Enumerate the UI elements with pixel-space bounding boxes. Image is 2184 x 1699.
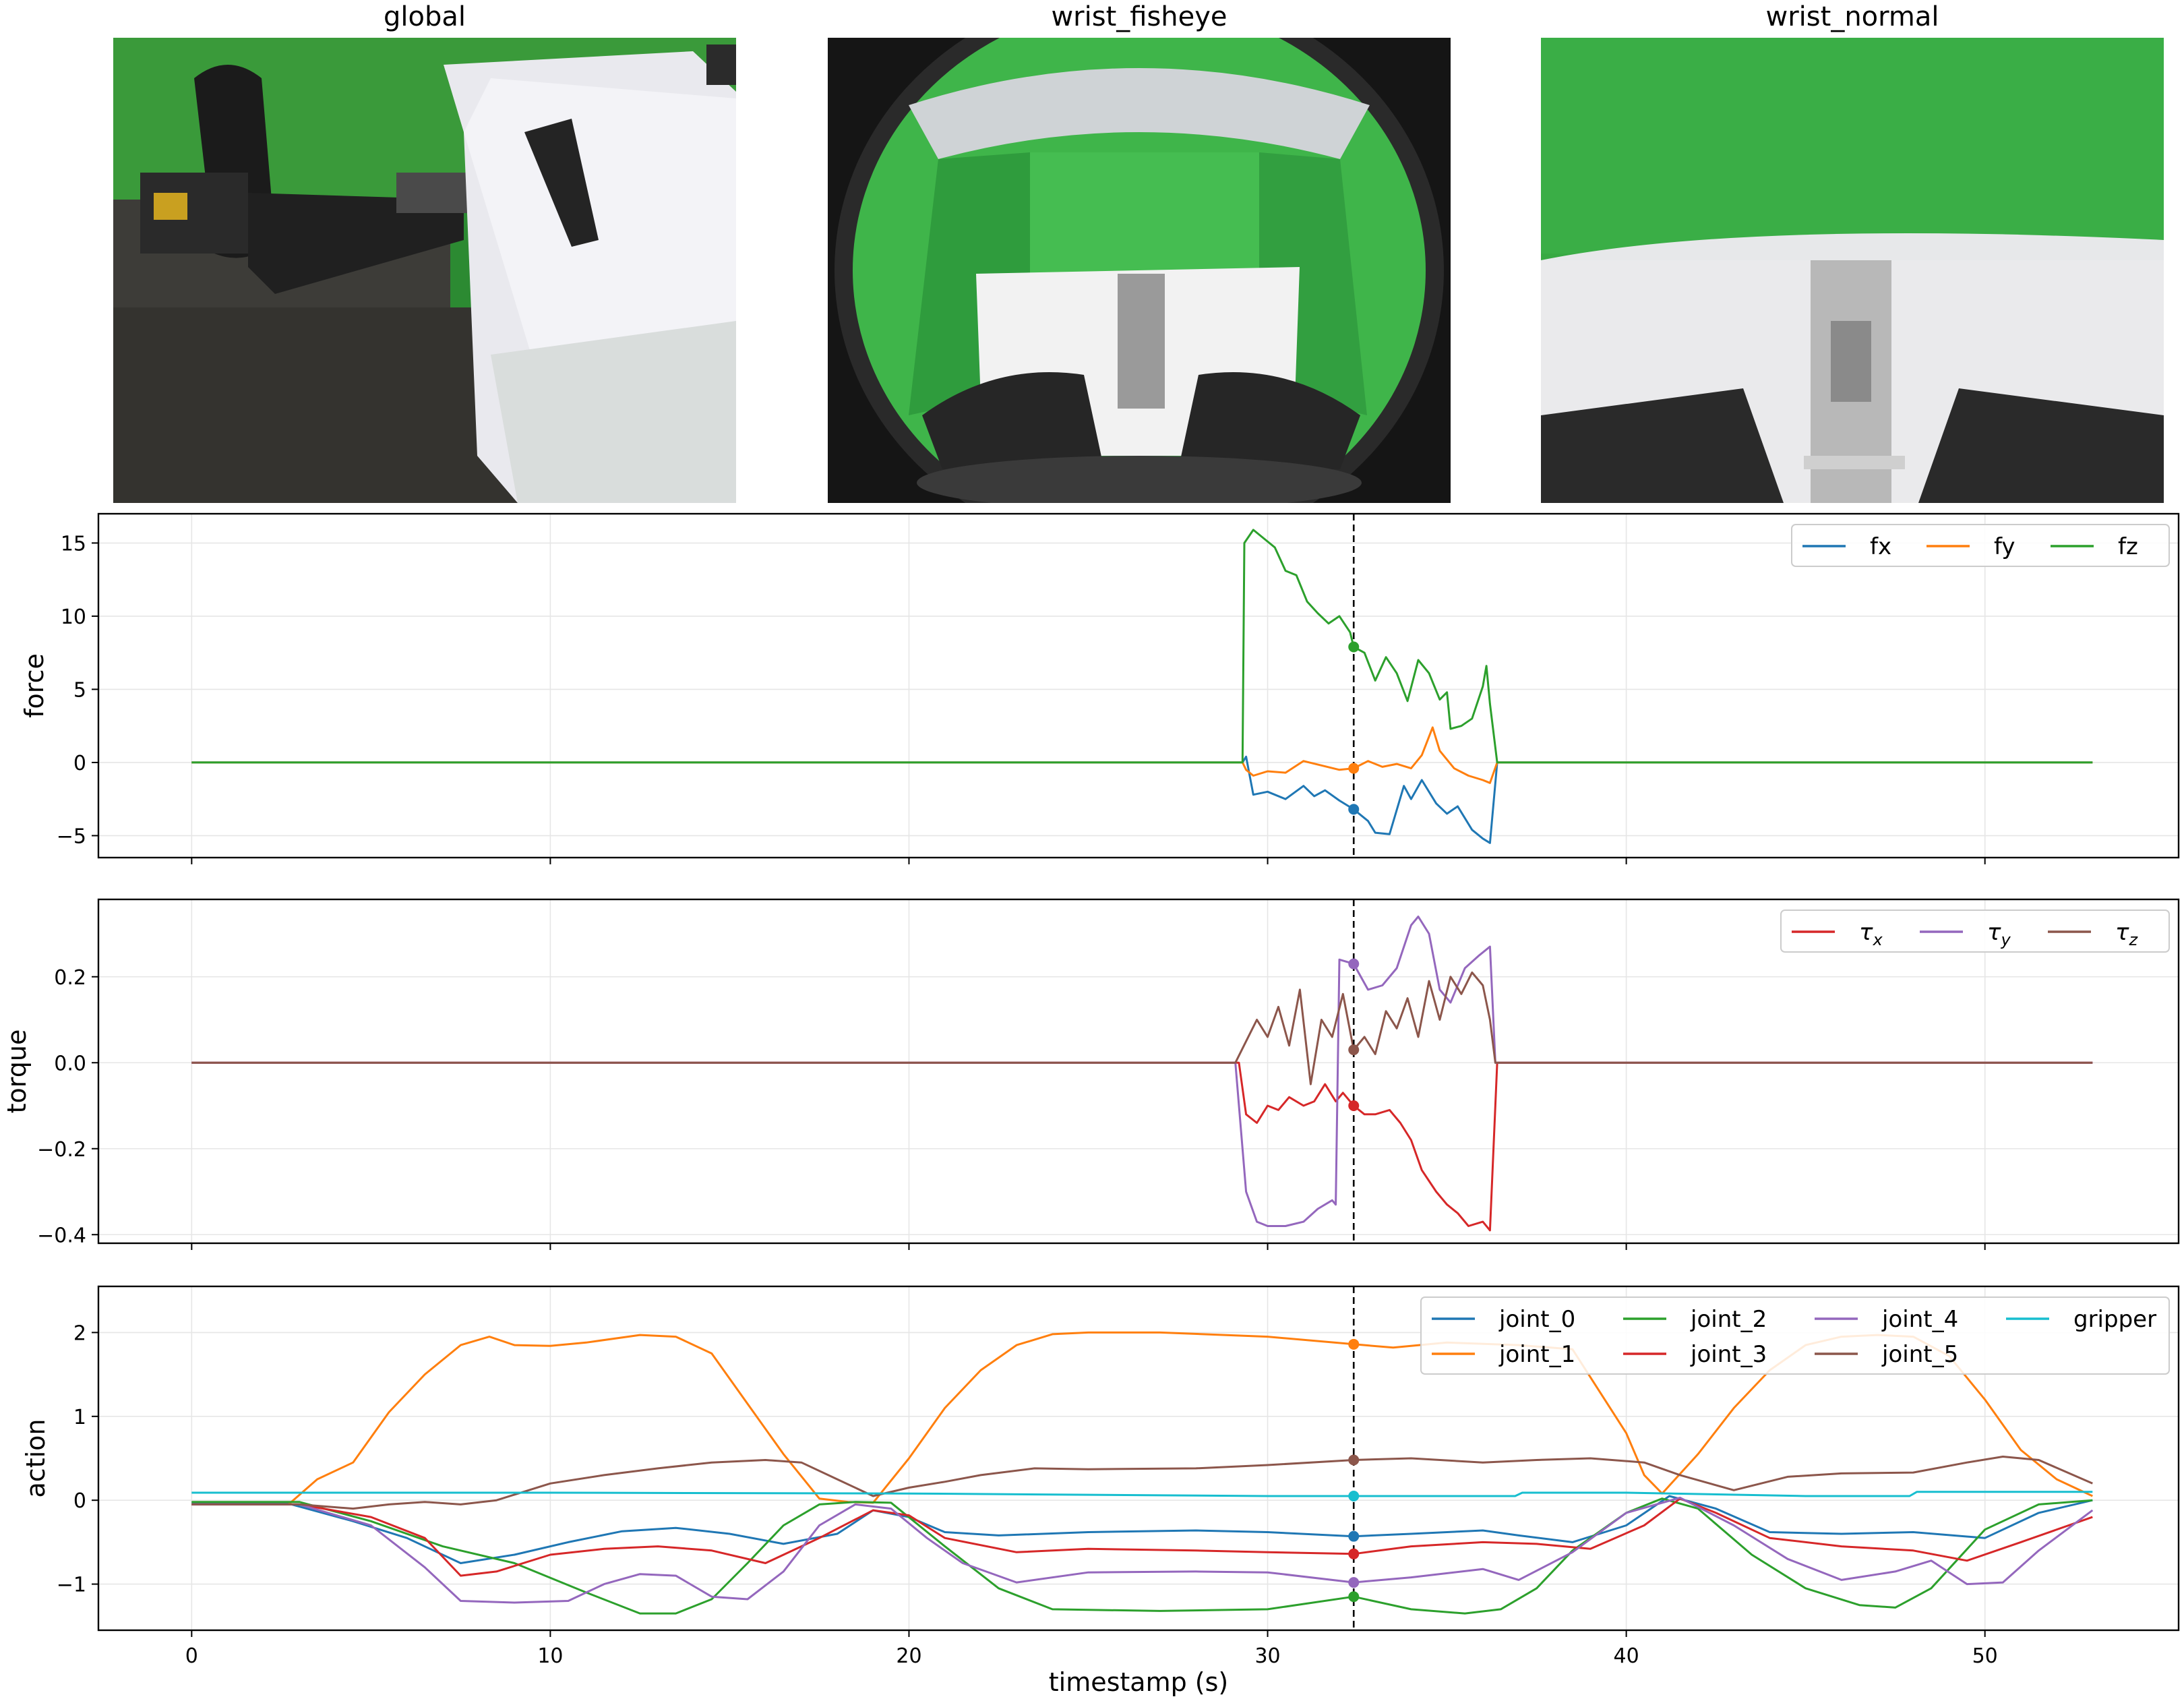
force-legend-label-fz: fz xyxy=(2118,533,2138,560)
force-line-fx xyxy=(191,755,2093,844)
torque-legend: τx τy τz xyxy=(1780,910,2170,953)
action-x-tick-label: 20 xyxy=(896,1644,921,1668)
torque-cursor-marker-τy xyxy=(1348,958,1360,970)
action-x-tick-label: 40 xyxy=(1614,1644,1639,1668)
action-y-ticks: −1 0 1 2 xyxy=(57,1321,98,1597)
action-cursor-marker-joint_4 xyxy=(1348,1577,1360,1588)
action-legend-label-joint_0: joint_0 xyxy=(1498,1306,1575,1333)
torque-cursor-marker-τx xyxy=(1348,1100,1360,1111)
action-cursor-marker-joint_0 xyxy=(1348,1530,1360,1542)
action-legend-label-gripper: gripper xyxy=(2073,1306,2156,1333)
torque-cursor-marker-τz xyxy=(1348,1044,1360,1056)
action-line-joint_0 xyxy=(191,1495,2093,1564)
action-cursor-marker-gripper xyxy=(1348,1490,1360,1501)
camera-title-global: global xyxy=(384,1,466,32)
force-y-tick-label: 10 xyxy=(61,605,86,629)
action-y-axis-label: action xyxy=(21,1419,51,1498)
action-line-gripper xyxy=(191,1491,2093,1497)
force-y-tick-label: 15 xyxy=(61,532,86,556)
action-cursor-marker-joint_2 xyxy=(1348,1591,1360,1603)
torque-line-τy xyxy=(191,916,2093,1227)
action-x-tick-label: 30 xyxy=(1254,1644,1280,1668)
action-x-axis-label: timestamp (s) xyxy=(1049,1667,1229,1697)
force-y-ticks: −5 0 5 10 15 xyxy=(57,532,98,848)
force-y-tick-label: −5 xyxy=(57,825,86,848)
torque-panel: 01020304050 −0.4 −0.2 0.0 0.2 torque τxτyτz xyxy=(2,898,2180,1258)
torque-legend-box xyxy=(1780,910,2170,953)
action-x-ticks: 0 10 20 30 40 50 xyxy=(185,1630,1998,1668)
force-cursor-marker-fz xyxy=(1348,641,1360,653)
torque-x-ticks: 01020304050 xyxy=(185,1243,1998,1258)
force-cursor-marker-fx xyxy=(1348,804,1360,815)
action-y-tick-label: 2 xyxy=(73,1321,86,1345)
action-legend-label-joint_4: joint_4 xyxy=(1881,1306,1958,1333)
action-cursor-marker-joint_1 xyxy=(1348,1338,1360,1350)
torque-series-lines xyxy=(191,916,2093,1232)
force-legend-box xyxy=(1791,524,2170,567)
camera-title-wrist-normal: wrist_normal xyxy=(1765,1,1939,32)
action-legend: joint_0 joint_1 joint_2 joint_3 joint_4joint… xyxy=(1420,1296,2170,1375)
action-legend-label-joint_5: joint_5 xyxy=(1881,1341,1958,1368)
camera-image-global xyxy=(113,38,736,503)
action-line-joint_5 xyxy=(191,1456,2093,1510)
action-y-tick-label: −1 xyxy=(57,1574,86,1597)
action-cursor-marker-joint_3 xyxy=(1348,1548,1360,1559)
force-panel: 01020304050 −5 0 5 10 15 force fx fy fz xyxy=(20,512,2180,864)
action-x-tick-label: 50 xyxy=(1972,1644,1998,1668)
action-cursor-marker-joint_5 xyxy=(1348,1454,1360,1466)
action-line-joint_3 xyxy=(191,1497,2093,1577)
force-y-axis-label: force xyxy=(20,653,49,718)
action-x-tick-label: 10 xyxy=(537,1644,563,1668)
torque-y-ticks: −0.4 −0.2 0.0 0.2 xyxy=(37,966,98,1247)
torque-y-tick-label: −0.2 xyxy=(37,1138,86,1162)
torque-line-τx xyxy=(191,1061,2093,1232)
camera-image-wrist-normal xyxy=(1541,38,2164,503)
action-legend-label-joint_2: joint_2 xyxy=(1690,1306,1767,1333)
force-series-lines xyxy=(191,529,2093,844)
torque-y-tick-label: −0.4 xyxy=(37,1224,86,1247)
force-y-tick-label: 0 xyxy=(73,752,86,775)
camera-image-wrist-fisheye xyxy=(828,38,1451,503)
torque-line-τz xyxy=(191,971,2093,1085)
action-y-tick-label: 0 xyxy=(73,1489,86,1513)
action-panel: 0 10 20 30 40 50 −1 0 1 2 action timestamp (s) j… xyxy=(21,1285,2180,1697)
force-y-tick-label: 5 xyxy=(73,678,86,702)
torque-y-axis-label: torque xyxy=(2,1030,32,1114)
torque-y-tick-label: 0.0 xyxy=(54,1052,86,1075)
action-x-tick-label: 0 xyxy=(185,1644,198,1668)
force-legend-label-fy: fy xyxy=(1994,533,2015,560)
force-cursor-marker-fy xyxy=(1348,763,1360,774)
force-x-ticks: 01020304050 xyxy=(191,858,1986,864)
action-line-joint_2 xyxy=(191,1497,2093,1615)
action-legend-label-joint_3: joint_3 xyxy=(1690,1341,1767,1368)
camera-title-wrist-fisheye: wrist_fisheye xyxy=(1051,1,1227,32)
force-legend: fx fy fz xyxy=(1791,524,2170,567)
action-y-tick-label: 1 xyxy=(73,1406,86,1429)
force-line-fy xyxy=(191,726,2093,784)
torque-y-tick-label: 0.2 xyxy=(54,966,86,990)
force-legend-label-fx: fx xyxy=(1870,533,1891,560)
action-legend-label-joint_1: joint_1 xyxy=(1498,1341,1575,1368)
